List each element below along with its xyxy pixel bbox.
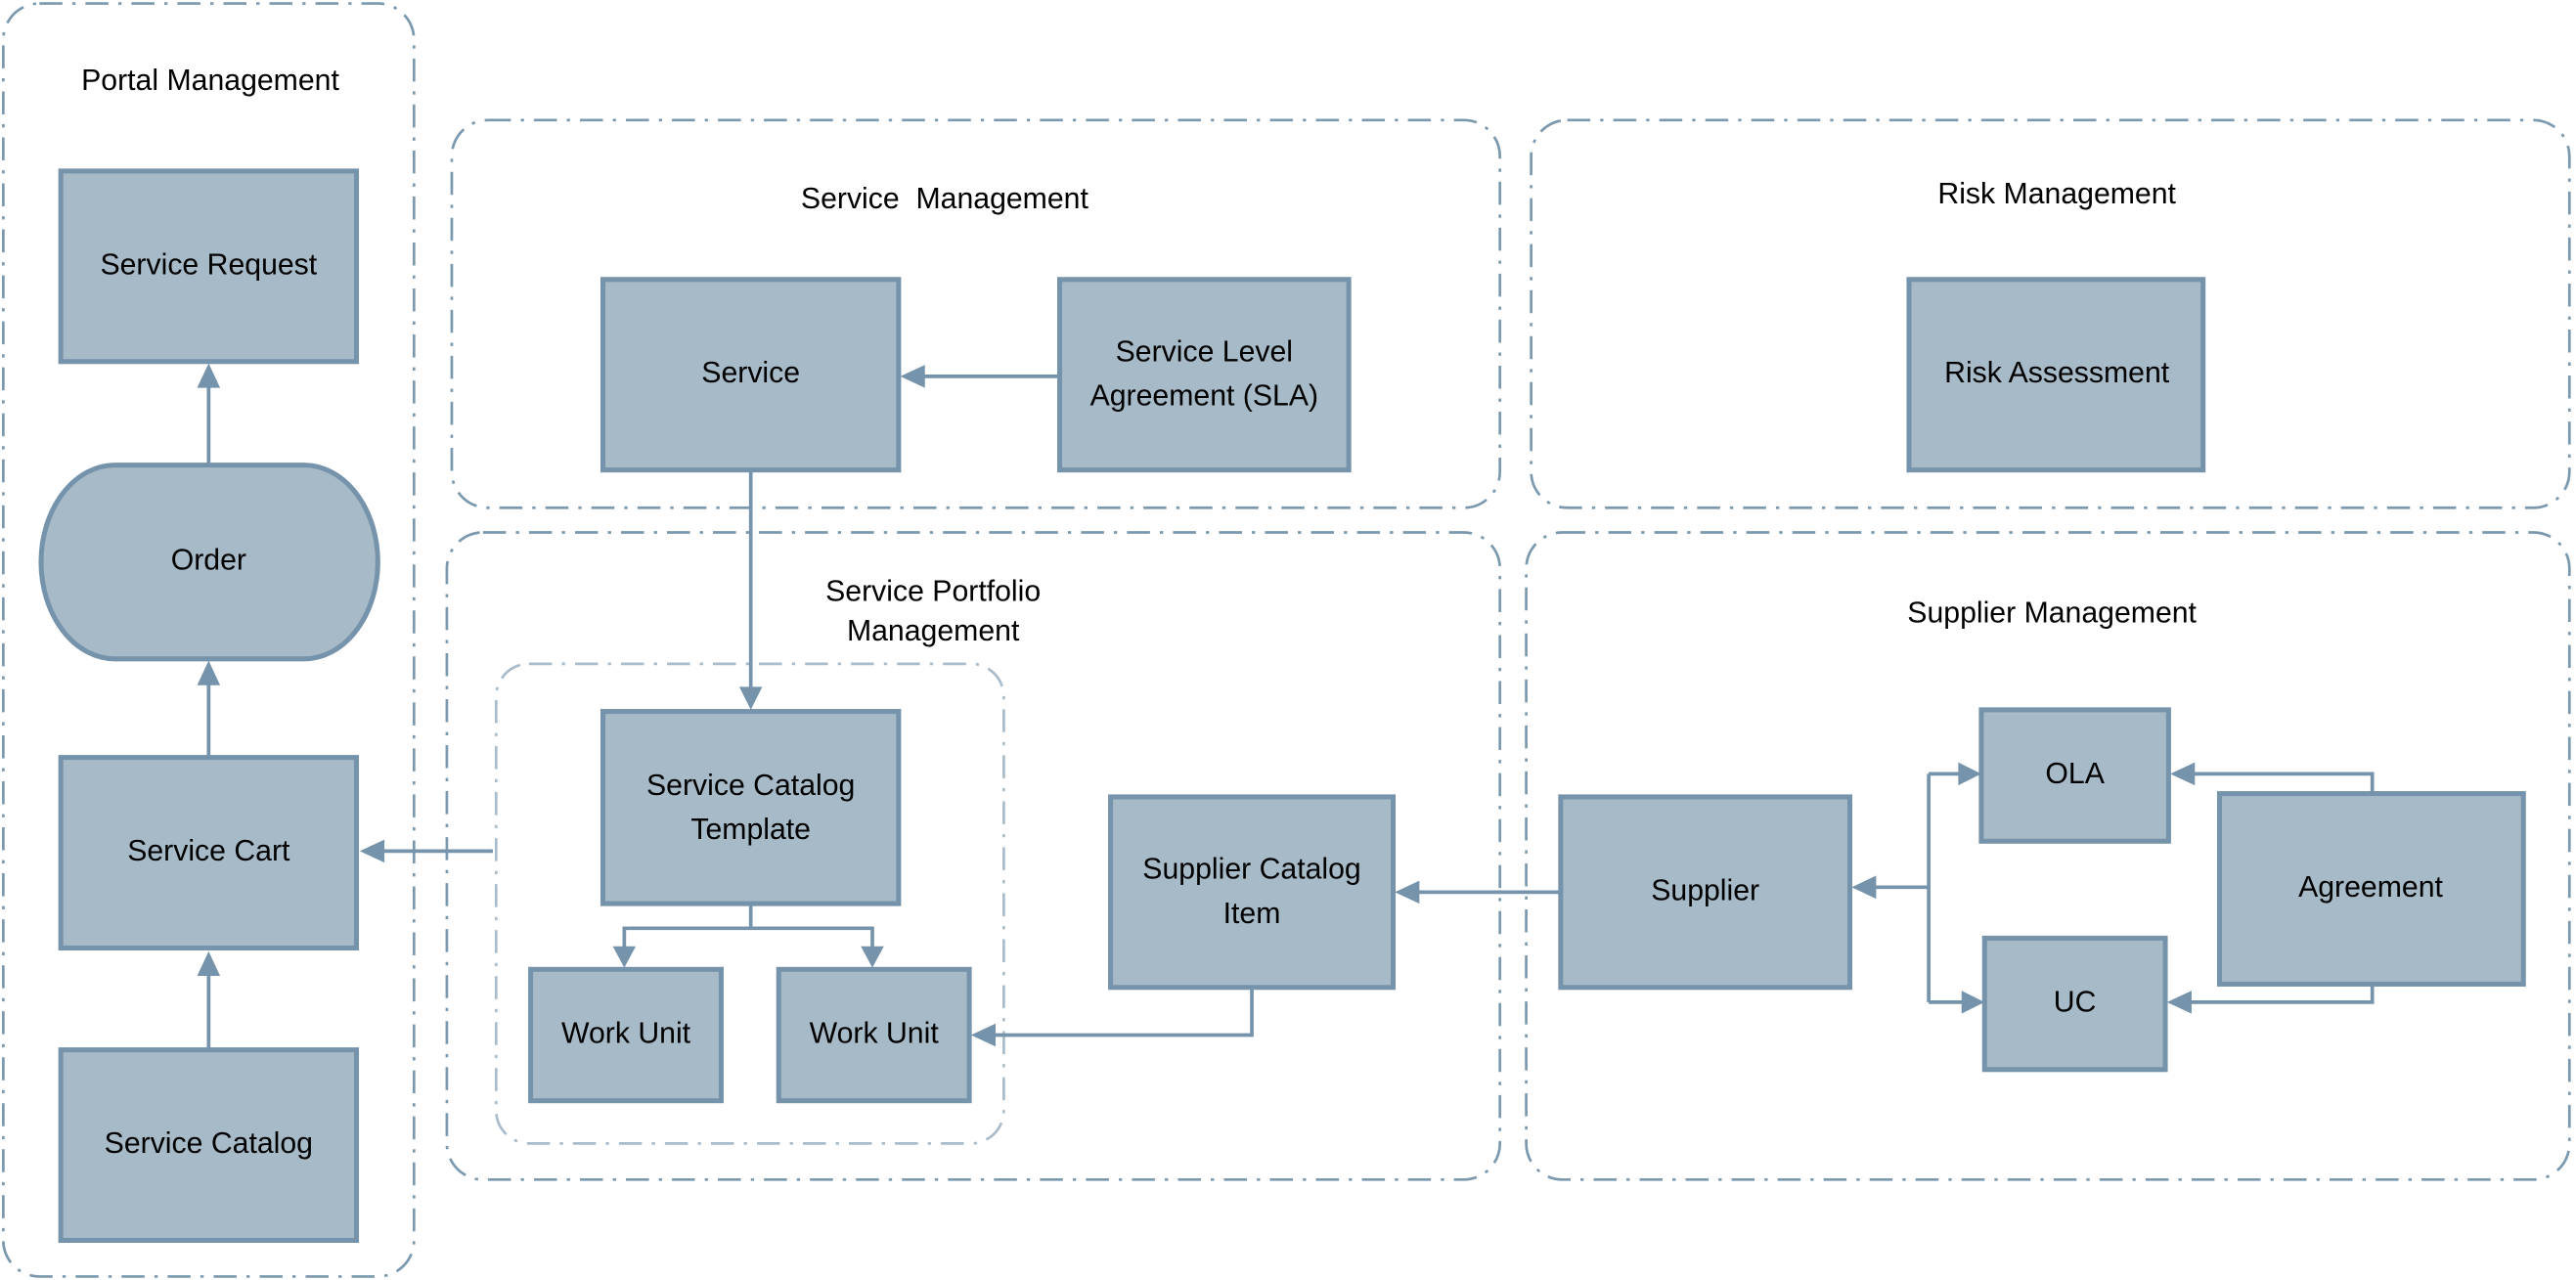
node-label-line2: Item [1223,898,1281,930]
node-label-line2: Agreement (SLA) [1090,380,1318,413]
arrow-agreement-to-uc [2166,991,2192,1014]
arrow-template-to-cart [359,839,385,863]
node-label-line1: Supplier Catalog [1142,854,1360,886]
arrow-to-supplier [1851,875,1877,900]
arrow-template-to-work-unit-1 [612,946,637,968]
arrow-to-ola [1958,762,1981,786]
node-label: Service [701,357,800,389]
arrow-to-uc [1961,991,1985,1014]
arrow-order-to-service-request [197,363,221,388]
node-label: Service Cart [127,835,290,867]
arrow-service-to-template [738,686,763,710]
node-label: Supplier [1651,874,1759,906]
node-label-line1: Service Catalog [646,770,855,802]
arrow-catalog-to-cart [197,950,221,977]
node-label-line1: Service Level [1116,335,1293,368]
node-label: Work Unit [810,1017,940,1049]
node-service[interactable]: Service [600,277,902,473]
node-service-request[interactable]: Service Request [58,168,360,365]
node-ola[interactable]: OLA [1978,707,2171,844]
node-service-cart[interactable]: Service Cart [58,755,360,950]
node-label: OLA [2045,758,2105,790]
node-label: Order [171,545,246,577]
risk-management-title: Risk Management [1937,178,2176,210]
supplier-management-title: Supplier Management [1907,596,2197,629]
node-supplier[interactable]: Supplier [1558,794,1853,991]
node-label: Risk Assessment [1944,357,2170,389]
node-risk-assessment[interactable]: Risk Assessment [1906,277,2206,473]
node-label-line2: Template [690,814,811,846]
node-agreement[interactable]: Agreement [2216,791,2526,987]
node-sla[interactable]: Service Level Agreement (SLA) [1056,277,1352,473]
service-management-title: Service Management [801,183,1089,215]
arrow-supplier-to-catalog-item [1395,880,1420,905]
node-supplier-catalog-item[interactable]: Supplier Catalog Item [1108,794,1397,991]
arrow-template-to-work-unit-2 [861,946,884,968]
arrow-supplier-item-to-work-unit [970,1023,996,1047]
node-work-unit-1[interactable]: Work Unit [528,966,724,1104]
portfolio-title-line1: Service Portfolio [825,576,1041,608]
node-label: Service Request [100,248,317,281]
node-service-catalog[interactable]: Service Catalog [58,1047,360,1244]
portfolio-title-line2: Management [847,615,1020,647]
portal-management-title: Portal Management [81,65,339,97]
node-order[interactable]: Order [38,463,380,662]
node-label: Work Unit [561,1017,691,1049]
node-uc[interactable]: UC [1981,935,2168,1073]
node-label: Service Catalog [105,1127,313,1160]
node-work-unit-2[interactable]: Work Unit [776,966,972,1104]
arrow-agreement-to-ola [2170,762,2196,786]
arrow-cart-to-order [197,660,221,685]
node-service-catalog-template[interactable]: Service Catalog Template [600,709,902,906]
diagram-canvas: Portal Management Service Management Ris… [2,2,2571,1278]
node-label: Agreement [2298,871,2443,904]
arrow-sla-to-service [900,365,925,388]
node-label: UC [2054,987,2097,1019]
